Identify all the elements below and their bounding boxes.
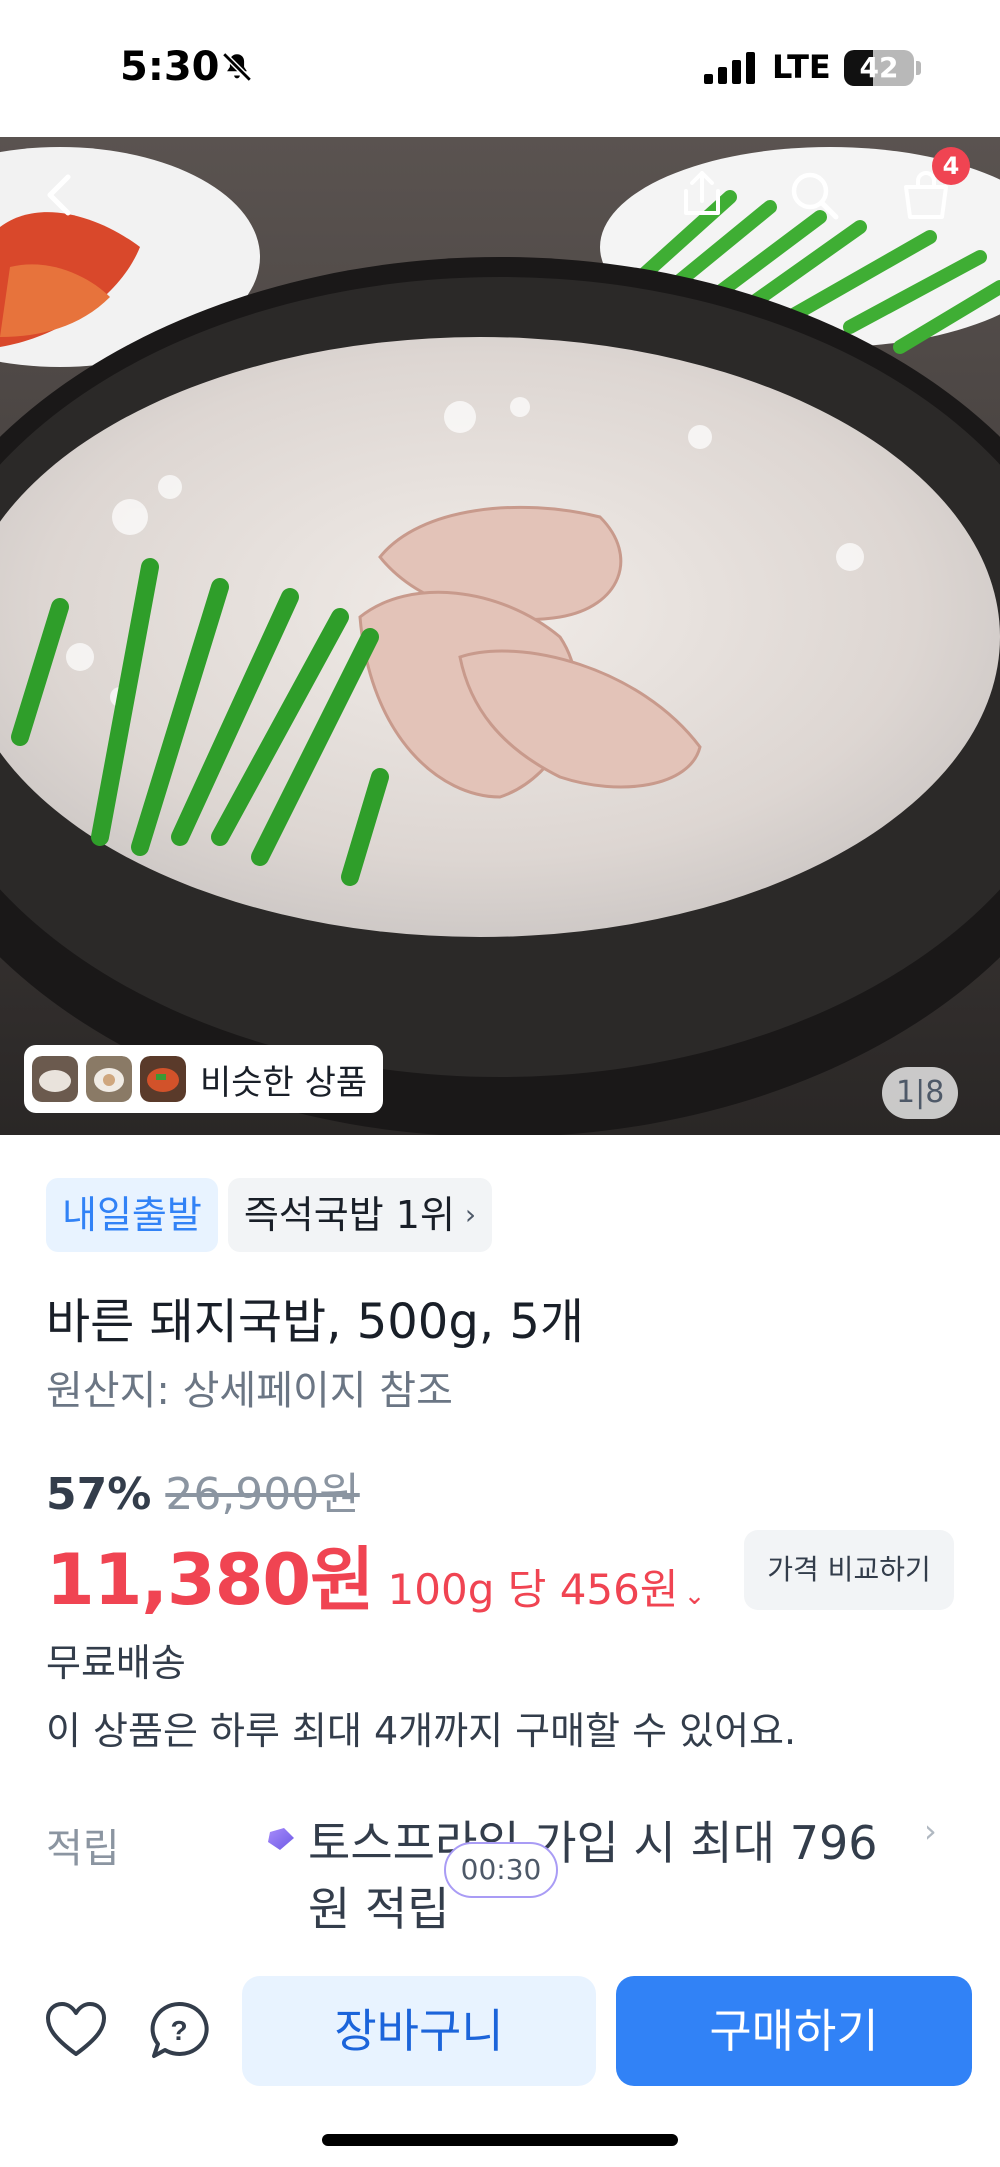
home-indicator	[322, 2134, 678, 2146]
buy-now-button[interactable]: 구매하기	[616, 1976, 972, 2086]
unit-price-toggle[interactable]: 100g 당 456원 ⌄	[388, 1556, 706, 1617]
similar-thumb-1	[32, 1056, 78, 1102]
discount-percent: 57%	[46, 1469, 152, 1520]
ranking-label: 즉석국밥 1위	[243, 1193, 455, 1237]
share-icon[interactable]	[672, 165, 732, 225]
page-separator: |	[915, 1075, 926, 1110]
bell-slash-icon	[222, 52, 252, 82]
original-price: 26,900원	[165, 1469, 360, 1520]
similar-products-button[interactable]: 비슷한 상품	[24, 1045, 384, 1113]
points-label: 적립	[46, 1826, 120, 1872]
product-title: 바른 돼지국밥, 500g, 5개	[46, 1294, 585, 1350]
similar-thumb-3	[140, 1056, 186, 1102]
product-image-gallery[interactable]: 4 비슷한 상품 1|8	[0, 137, 1000, 1135]
shipping-info: 무료배송	[46, 1641, 186, 1685]
similar-thumb-2	[86, 1056, 132, 1102]
points-info[interactable]: 토스프라임 가입 시 최대 796원 적립	[308, 1810, 898, 1942]
price-row: 11,380원 100g 당 456원 ⌄	[46, 1524, 705, 1625]
product-origin: 원산지: 상세페이지 참조	[46, 1368, 453, 1414]
sale-price: 11,380원	[46, 1539, 375, 1621]
chevron-right-icon: ›	[464, 1198, 477, 1231]
status-bar: 5:30 LTE 42	[0, 0, 1000, 137]
chevron-right-icon[interactable]: ›	[924, 1812, 937, 1850]
battery-percent: 42	[859, 51, 899, 84]
image-page-indicator: 1|8	[882, 1067, 959, 1119]
page-current: 1	[896, 1075, 916, 1110]
cart-count-badge: 4	[932, 147, 970, 185]
signal-icon	[704, 52, 755, 84]
battery-icon: 42	[844, 50, 914, 86]
question-icon[interactable]: ?	[148, 2000, 210, 2062]
heart-icon[interactable]	[44, 2000, 108, 2060]
unit-price: 100g 당 456원	[387, 1565, 679, 1614]
page-total: 8	[925, 1075, 945, 1110]
status-time: 5:30	[120, 44, 220, 90]
similar-products-label: 비슷한 상품	[200, 1062, 368, 1103]
purchase-limit-info: 이 상품은 하루 최대 4개까지 구매할 수 있어요.	[46, 1709, 797, 1753]
search-icon[interactable]	[784, 165, 844, 225]
battery-nub	[916, 61, 921, 75]
countdown-timer: 00:30	[444, 1842, 558, 1898]
add-to-cart-button[interactable]: 장바구니	[242, 1976, 596, 2086]
product-photo	[0, 137, 1000, 1135]
discount-row: 57% 26,900원	[46, 1458, 360, 1522]
toss-prime-icon	[268, 1828, 294, 1850]
chevron-down-icon: ⌄	[683, 1581, 706, 1611]
svg-text:?: ?	[170, 2015, 187, 2046]
network-label: LTE	[772, 48, 831, 86]
price-compare-button[interactable]: 가격 비교하기	[744, 1530, 954, 1610]
product-badges: 내일출발 즉석국밥 1위 ›	[46, 1178, 493, 1252]
ranking-badge[interactable]: 즉석국밥 1위 ›	[227, 1178, 493, 1252]
delivery-badge: 내일출발	[46, 1178, 218, 1252]
back-icon[interactable]	[30, 165, 90, 225]
